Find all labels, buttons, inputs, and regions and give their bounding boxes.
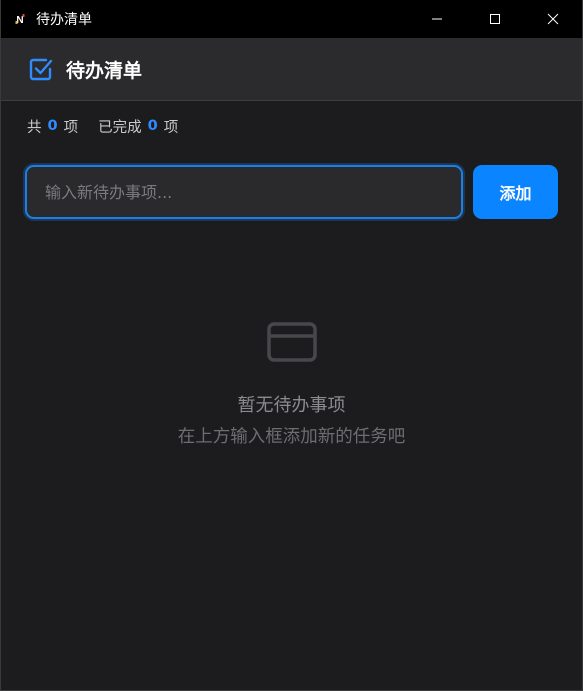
- checkbox-icon: [28, 56, 54, 82]
- total-count-value: 0: [47, 118, 58, 134]
- close-icon: [547, 13, 559, 25]
- maximize-icon: [490, 14, 500, 24]
- empty-state-subtitle: 在上方输入框添加新的任务吧: [177, 427, 406, 447]
- card-icon: [266, 320, 318, 364]
- app-header: 待办清单: [1, 38, 582, 101]
- total-prefix-label: 共: [27, 119, 42, 136]
- done-count-stat: 已完成 0 项: [98, 116, 178, 137]
- stats-bar: 共 0 项 已完成 0 项: [1, 101, 582, 151]
- close-button[interactable]: [524, 0, 582, 38]
- app-logo-icon: N: [13, 12, 27, 26]
- add-todo-row: 添加: [1, 163, 582, 221]
- page-title: 待办清单: [66, 59, 143, 82]
- window-title: 待办清单: [36, 12, 92, 28]
- done-prefix-label: 已完成: [98, 119, 142, 136]
- done-count-value: 0: [147, 118, 158, 134]
- total-suffix-label: 项: [63, 119, 79, 136]
- maximize-button[interactable]: [466, 0, 524, 38]
- empty-state: 暂无待办事项 在上方输入框添加新的任务吧: [1, 320, 582, 448]
- total-count-stat: 共 0 项: [27, 116, 78, 137]
- minimize-button[interactable]: [408, 0, 466, 38]
- window-controls: [408, 0, 582, 38]
- minimize-icon: [432, 18, 442, 20]
- title-bar[interactable]: N 待办清单: [1, 0, 582, 38]
- todo-input-wrapper: [25, 165, 463, 219]
- empty-state-title: 暂无待办事项: [237, 395, 346, 416]
- todo-input[interactable]: [27, 166, 461, 218]
- add-button[interactable]: 添加: [473, 165, 558, 219]
- done-suffix-label: 项: [163, 119, 179, 136]
- app-window: N 待办清单 待办清单 共 0 项 已完成 0 项 输入新待办事项... 添加 …: [0, 0, 583, 691]
